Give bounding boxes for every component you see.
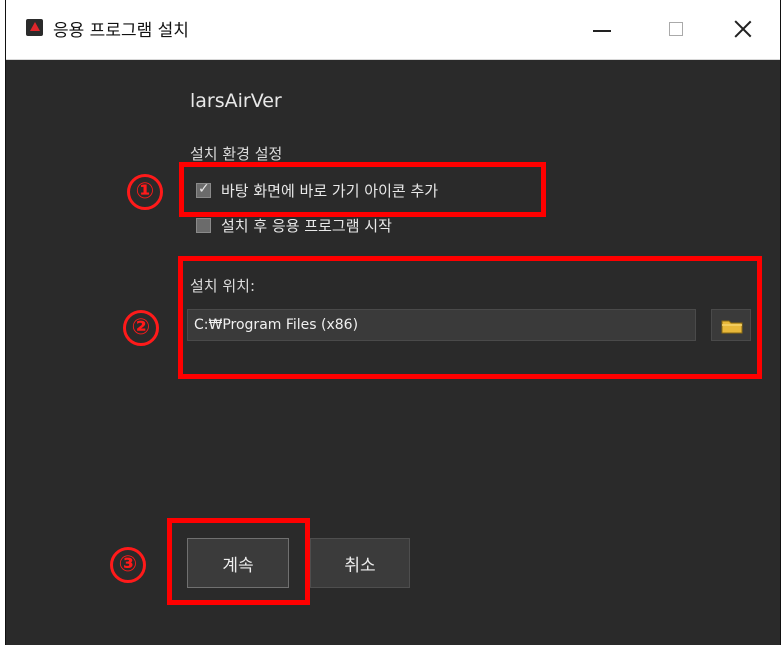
title-bar: 응용 프로그램 설치	[6, 0, 780, 60]
install-location-label: 설치 위치:	[190, 277, 256, 295]
minimize-button[interactable]	[587, 14, 617, 44]
installer-content: larsAirVer 설치 환경 설정 바탕 화면에 바로 가기 아이콘 추가 …	[6, 60, 780, 635]
launch-after-install-checkbox[interactable]	[196, 217, 211, 233]
step-marker-1: ①	[127, 174, 163, 210]
app-name: larsAirVer	[190, 90, 282, 112]
folder-icon	[721, 320, 743, 334]
browse-folder-button[interactable]	[711, 309, 751, 341]
launch-after-install-option[interactable]: 설치 후 응용 프로그램 시작	[196, 213, 392, 237]
shortcut-option-label: 바탕 화면에 바로 가기 아이콘 추가	[221, 181, 439, 200]
installer-window: 응용 프로그램 설치 larsAirVer 설치 환경 설정 바탕 화면에 바로…	[5, 0, 781, 645]
step-marker-2: ②	[123, 310, 159, 346]
install-location-input[interactable]	[187, 309, 696, 341]
cancel-button[interactable]: 취소	[310, 538, 410, 588]
step-marker-3: ③	[110, 547, 146, 583]
launch-after-install-label: 설치 후 응용 프로그램 시작	[221, 216, 392, 235]
adobe-air-icon	[26, 19, 43, 36]
maximize-button[interactable]	[661, 14, 691, 44]
shortcut-checkbox[interactable]	[196, 181, 211, 198]
shortcut-option[interactable]: 바탕 화면에 바로 가기 아이콘 추가	[196, 178, 438, 202]
settings-heading: 설치 환경 설정	[190, 145, 283, 163]
continue-button[interactable]: 계속	[187, 538, 289, 588]
window-title: 응용 프로그램 설치	[53, 21, 189, 41]
close-button[interactable]	[728, 14, 758, 44]
